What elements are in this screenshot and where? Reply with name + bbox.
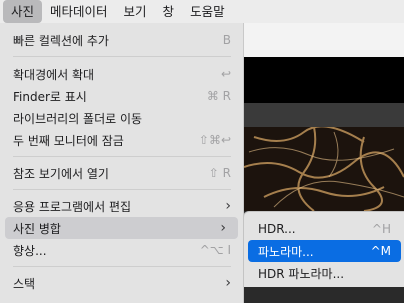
submenu-item-hdr[interactable]: HDR... ^H [248, 218, 401, 240]
separator [13, 156, 231, 157]
menu-item-label: 확대경에서 확대 [13, 67, 95, 82]
photo-preview [244, 127, 404, 211]
menu-item-go-to-folder[interactable]: 라이브러리의 폴더로 이동 [0, 107, 243, 129]
menu-item-label: 사진 병합 [13, 221, 61, 236]
app-toolbar-area [244, 23, 404, 57]
menu-item-enhance[interactable]: 향상... ^⌥ I [0, 239, 243, 261]
app-panel-strip [244, 103, 404, 127]
menu-item-label: 참조 보기에서 열기 [13, 166, 109, 181]
menu-item-label: 두 번째 모니터에 잠금 [13, 133, 124, 148]
app-dark-panel [244, 57, 404, 103]
photo-merge-submenu: HDR... ^H 파노라마... ^M HDR 파노라마... [243, 211, 404, 287]
menu-photo[interactable]: 사진 [3, 0, 43, 23]
submenu-item-label: HDR 파노라마... [258, 266, 345, 281]
menu-item-label: 향상... [13, 243, 47, 258]
menu-help[interactable]: 도움말 [182, 0, 233, 23]
menu-item-label: 빠른 컬렉션에 추가 [13, 33, 109, 48]
menu-item-photo-merge[interactable]: 사진 병합 › [5, 217, 238, 239]
separator [13, 56, 231, 57]
menu-view[interactable]: 보기 [116, 0, 155, 23]
submenu-item-label: HDR... [258, 222, 296, 236]
menu-item-zoom-loupe[interactable]: 확대경에서 확대 ↩ [0, 63, 243, 85]
shortcut: ↩ [220, 67, 231, 81]
shortcut: ⇧ R [208, 166, 231, 180]
menu-window[interactable]: 창 [155, 0, 183, 23]
menu-item-label: 라이브러리의 폴더로 이동 [13, 111, 143, 126]
chevron-right-icon: › [225, 198, 231, 214]
shortcut: ^H [371, 222, 391, 236]
shortcut: ^M [370, 244, 391, 258]
menu-item-edit-in-application[interactable]: 응용 프로그램에서 편집 › [0, 195, 243, 217]
shortcut: ⌘ R [206, 89, 231, 103]
submenu-item-label: 파노라마... [258, 244, 314, 259]
menu-item-add-quick-collection[interactable]: 빠른 컬렉션에 추가 B [0, 29, 243, 51]
separator [13, 266, 231, 267]
separator [13, 189, 231, 190]
chevron-right-icon: › [220, 220, 226, 236]
menu-metadata[interactable]: 메타데이터 [42, 0, 116, 23]
menu-item-label: Finder로 표시 [13, 89, 87, 104]
menu-bar: 사진 메타데이터 보기 창 도움말 [0, 0, 404, 23]
menu-item-stack[interactable]: 스택 › [0, 272, 243, 294]
photo-menu: 빠른 컬렉션에 추가 B 확대경에서 확대 ↩ Finder로 표시 ⌘ R 라… [0, 23, 244, 303]
submenu-item-hdr-panorama[interactable]: HDR 파노라마... [248, 262, 401, 284]
menu-item-show-in-finder[interactable]: Finder로 표시 ⌘ R [0, 85, 243, 107]
chevron-right-icon: › [225, 275, 231, 291]
menu-item-label: 응용 프로그램에서 편집 [13, 199, 132, 214]
submenu-item-panorama[interactable]: 파노라마... ^M [248, 240, 401, 262]
shortcut: B [222, 33, 231, 47]
shortcut: ⇧⌘↩ [198, 133, 231, 147]
menu-item-lock-second-monitor[interactable]: 두 번째 모니터에 잠금 ⇧⌘↩ [0, 129, 243, 151]
menu-item-open-reference-view[interactable]: 참조 보기에서 열기 ⇧ R [0, 162, 243, 184]
menu-item-label: 스택 [13, 276, 36, 291]
shortcut: ^⌥ I [199, 243, 231, 257]
